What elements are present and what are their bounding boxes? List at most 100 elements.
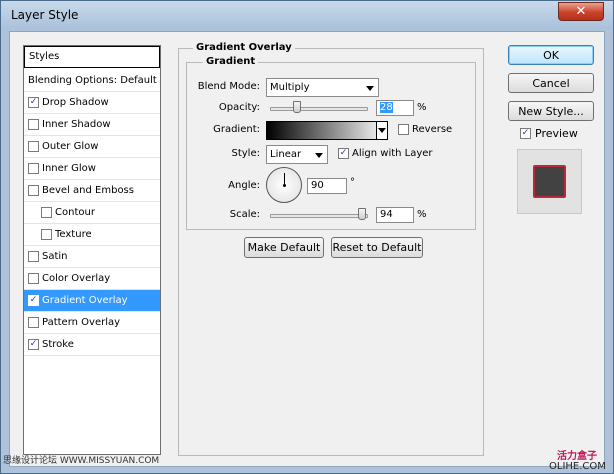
preview-label: Preview [535,127,578,140]
styles-list-item[interactable]: ✓ Stroke [24,334,160,356]
preview-thumbnail [517,149,582,214]
style-item-label: Blending Options: Default [28,75,157,86]
style-checkbox[interactable] [41,229,52,240]
style-checkbox[interactable] [28,317,39,328]
styles-list-header[interactable]: Styles [24,46,160,68]
make-default-label: Make Default [247,241,321,254]
style-checkbox[interactable] [41,207,52,218]
gradient-picker[interactable] [266,121,388,140]
styles-list-item[interactable]: Pattern Overlay [24,312,160,334]
styles-list-item[interactable]: Texture [24,224,160,246]
style-item-label: Bevel and Emboss [42,185,134,196]
scale-percent-sign: % [417,209,427,220]
angle-degree-sign: ° [350,177,355,188]
preview-checkbox[interactable]: ✓ [520,128,531,139]
title-bar[interactable]: Layer Style ✕ [1,1,613,29]
scale-label: Scale: [229,209,260,220]
align-with-layer-checkbox[interactable]: ✓ [338,148,349,159]
layer-style-dialog: Layer Style ✕ Styles Blending Options: D… [0,0,614,474]
gradient-dropdown[interactable] [376,122,387,139]
styles-list-item[interactable]: Color Overlay [24,268,160,290]
watermark-right-top: 活力盒子 [557,451,597,462]
gradient-overlay-title: Gradient Overlay [193,42,295,53]
cancel-button[interactable]: Cancel [508,73,594,93]
scale-slider[interactable] [270,214,368,218]
style-checkbox[interactable] [28,163,39,174]
style-item-label: Color Overlay [42,273,111,284]
dialog-client-area: Styles Blending Options: Default ✓ Drop Sh… [9,31,605,467]
opacity-label: Opacity: [218,102,260,113]
styles-list-item[interactable]: Outer Glow [24,136,160,158]
ok-label: OK [543,49,559,62]
angle-value: 90 [311,180,324,191]
align-checkmark: ✓ [339,148,348,158]
reverse-label: Reverse [412,124,453,135]
reverse-checkbox[interactable] [398,124,409,135]
opacity-percent-sign: % [417,102,427,113]
gradient-label: Gradient: [213,124,260,135]
styles-list-item[interactable]: Contour [24,202,160,224]
watermark-left: 思缘设计论坛 WWW.MISSYUAN.COM [3,456,160,466]
cancel-label: Cancel [532,77,570,90]
new-style-button[interactable]: New Style... [508,101,594,121]
scale-slider-thumb[interactable] [358,208,367,220]
scale-value: 94 [380,209,393,220]
style-item-label: Drop Shadow [42,97,109,108]
style-checkbox[interactable] [28,119,39,130]
reset-to-default-label: Reset to Default [332,241,422,254]
style-checkbox[interactable] [28,273,39,284]
scale-input[interactable]: 94 [376,207,414,223]
chevron-down-icon [366,86,374,91]
styles-list-item[interactable]: ✓ Drop Shadow [24,92,160,114]
style-item-label: Outer Glow [42,141,99,152]
make-default-button[interactable]: Make Default [244,237,324,258]
close-button[interactable]: ✕ [558,2,604,21]
styles-list-item[interactable]: Satin [24,246,160,268]
style-checkbox[interactable] [28,141,39,152]
new-style-label: New Style... [518,105,584,118]
styles-header-label: Styles [29,51,60,62]
styles-list-item[interactable]: Inner Shadow [24,114,160,136]
preview-checkmark: ✓ [521,128,530,138]
angle-center-dot [283,184,286,187]
blend-mode-select[interactable]: Multiply [266,78,379,97]
style-item-label: Inner Shadow [42,119,111,130]
style-checkbox[interactable]: ✓ [28,295,39,306]
opacity-slider-thumb[interactable] [293,101,302,113]
watermark-right-bottom: OLIHE.COM [549,461,606,472]
style-item-label: Inner Glow [42,163,96,174]
angle-dial[interactable] [266,167,302,203]
style-item-label: Stroke [42,339,74,350]
gradient-subgroup-title: Gradient [203,56,259,67]
style-item-label: Satin [42,251,68,262]
blend-mode-label: Blend Mode: [197,81,260,92]
styles-list-item[interactable]: Blending Options: Default [24,70,160,92]
style-item-label: Gradient Overlay [42,295,128,306]
style-label: Style: [231,148,261,159]
style-item-label: Texture [55,229,92,240]
ok-button[interactable]: OK [508,45,594,65]
style-checkbox[interactable] [28,251,39,262]
window-title: Layer Style [11,8,79,22]
align-with-layer-label: Align with Layer [352,148,433,159]
style-item-label: Contour [55,207,95,218]
style-item-label: Pattern Overlay [42,317,121,328]
chevron-down-icon [315,153,323,158]
styles-list-item[interactable]: ✓ Gradient Overlay [24,290,160,312]
styles-list-item[interactable]: Bevel and Emboss [24,180,160,202]
opacity-value: 28 [380,102,393,113]
styles-list: Styles Blending Options: Default ✓ Drop Sh… [23,45,161,455]
reset-to-default-button[interactable]: Reset to Default [331,237,423,258]
gradient-style-value: Linear [270,149,302,160]
style-checkbox[interactable] [28,185,39,196]
opacity-slider[interactable] [270,107,368,111]
angle-label: Angle: [228,180,260,191]
opacity-input[interactable]: 28 [376,100,414,116]
style-checkbox[interactable]: ✓ [28,97,39,108]
style-checkbox[interactable]: ✓ [28,339,39,350]
blend-mode-value: Multiply [270,82,310,93]
styles-list-item[interactable]: Inner Glow [24,158,160,180]
gradient-style-select[interactable]: Linear [266,145,328,164]
chevron-down-icon [378,128,386,133]
angle-input[interactable]: 90 [307,178,347,194]
